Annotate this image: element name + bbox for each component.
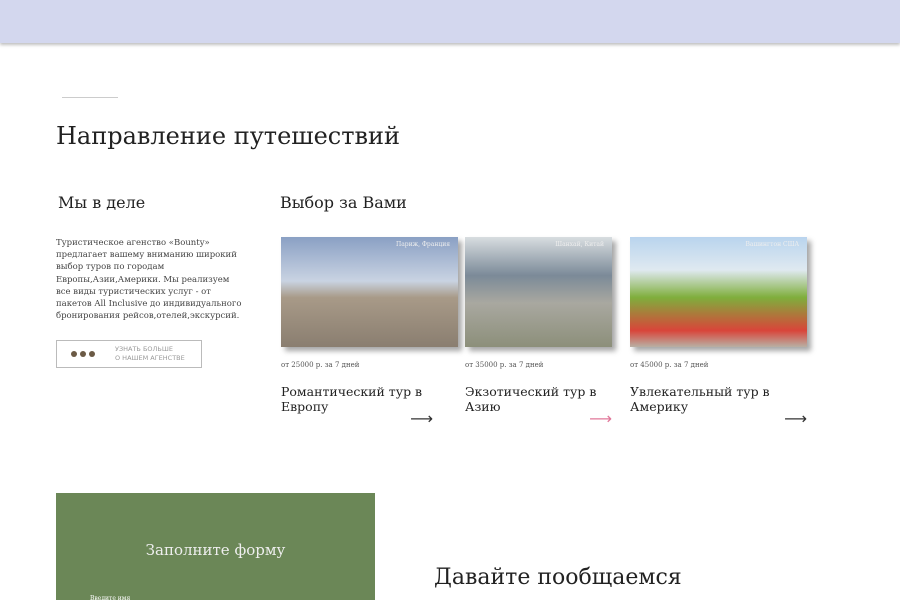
- dots-icon: [71, 351, 95, 357]
- learn-more-button[interactable]: УЗНАТЬ БОЛЬШЕ О НАШЕМ АГЕНСТВЕ: [56, 340, 202, 368]
- tour-price: от 25000 р. за 7 дней: [281, 361, 360, 369]
- arrow-right-icon[interactable]: ⟶: [784, 409, 807, 428]
- asia-image: Шанхай, Китай: [465, 237, 612, 347]
- contact-form-panel: Заполните форму Введите имя: [56, 493, 375, 602]
- about-heading: Мы в деле: [58, 193, 146, 212]
- tour-price: от 45000 р. за 7 дней: [630, 361, 709, 369]
- arrow-right-icon[interactable]: ⟶: [589, 409, 612, 428]
- page-title: Направление путешествий: [56, 122, 401, 150]
- image-caption: Париж, Франция: [395, 241, 450, 248]
- form-title: Заполните форму: [145, 541, 286, 559]
- more-line2: О НАШЕМ АГЕНСТВЕ: [115, 354, 185, 362]
- washington-image: Вашингтон США: [630, 237, 807, 347]
- arrow-right-icon[interactable]: ⟶: [410, 409, 433, 428]
- image-caption: Вашингтон США: [745, 241, 799, 248]
- top-header-bar: [0, 0, 900, 43]
- name-field-label: Введите имя: [90, 595, 131, 602]
- contact-heading: Давайте пообщаемся: [434, 565, 682, 590]
- tour-price: от 35000 р. за 7 дней: [465, 361, 544, 369]
- tours-heading: Выбор за Вами: [280, 193, 407, 212]
- more-line1: УЗНАТЬ БОЛЬШЕ: [115, 345, 173, 353]
- about-text: Туристическое агенство «Bounty» предлага…: [56, 238, 242, 322]
- divider: [62, 97, 118, 98]
- tour-card-asia[interactable]: Шанхай, Китай от 35000 р. за 7 дней Экзо…: [465, 237, 612, 428]
- tour-title[interactable]: Увлекательный тур в Америку: [630, 384, 807, 414]
- tour-card-europe[interactable]: Париж, Франция от 25000 р. за 7 дней Ром…: [281, 237, 458, 428]
- image-caption: Шанхай, Китай: [555, 241, 604, 248]
- paris-image: Париж, Франция: [281, 237, 458, 347]
- tour-card-america[interactable]: Вашингтон США от 45000 р. за 7 дней Увле…: [630, 237, 807, 428]
